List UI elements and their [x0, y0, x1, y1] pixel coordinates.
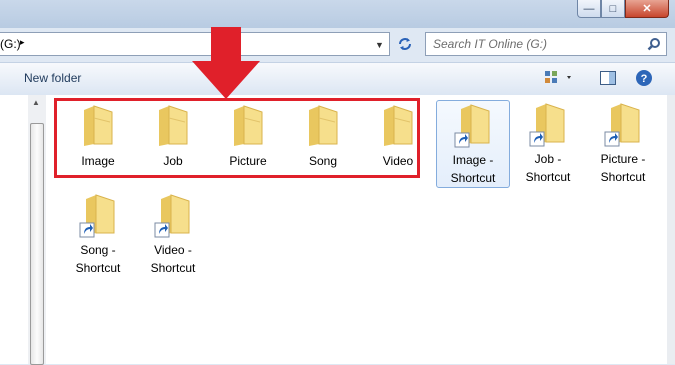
item-label-line2: Shortcut	[450, 171, 496, 185]
shortcut-item-job[interactable]: Job - Shortcut	[511, 100, 585, 186]
red-arrow-icon	[192, 27, 260, 102]
item-label-line1: Job -	[534, 152, 562, 166]
svg-text:?: ?	[641, 73, 648, 85]
shortcut-item-image[interactable]: Image - Shortcut	[436, 100, 510, 188]
search-placeholder: Search IT Online (G:)	[433, 37, 548, 51]
folder-icon	[454, 104, 490, 148]
shortcut-item-song[interactable]: Song - Shortcut	[61, 191, 135, 277]
new-folder-button[interactable]: New folder	[24, 71, 81, 85]
navigation-pane[interactable]	[0, 95, 28, 364]
help-icon[interactable]: ?	[635, 69, 653, 90]
refresh-icon[interactable]	[393, 32, 417, 56]
minimize-button[interactable]: —	[577, 0, 601, 18]
title-bar: — □ ✕	[0, 0, 675, 28]
address-path: (G:)	[0, 37, 21, 51]
command-bar: New folder ?	[0, 62, 675, 96]
close-button[interactable]: ✕	[625, 0, 669, 18]
highlight-box	[54, 98, 420, 178]
folder-icon	[79, 194, 115, 238]
item-label-line2: Shortcut	[525, 170, 571, 184]
navigation-scrollbar[interactable]: ▲	[28, 95, 46, 365]
item-label-line1: Song -	[80, 243, 116, 257]
scroll-up-icon[interactable]: ▲	[32, 98, 40, 107]
breadcrumb-chevron-icon[interactable]: ▸	[20, 37, 25, 48]
item-label-line1: Video -	[154, 243, 192, 257]
folder-icon	[529, 103, 565, 147]
folder-icon	[154, 194, 190, 238]
folder-icon	[604, 103, 640, 147]
views-icon[interactable]	[543, 69, 575, 90]
shortcut-item-video[interactable]: Video - Shortcut	[136, 191, 210, 277]
item-label-line1: Picture -	[600, 152, 646, 166]
item-label-line1: Image -	[452, 153, 494, 167]
address-dropdown-icon[interactable]: ▼	[375, 40, 384, 50]
item-label-line2: Shortcut	[75, 261, 121, 275]
window-controls: — □ ✕	[577, 0, 669, 18]
item-label-line2: Shortcut	[150, 261, 196, 275]
shortcut-item-picture[interactable]: Picture - Shortcut	[586, 100, 660, 186]
search-input[interactable]: Search IT Online (G:)	[425, 32, 667, 56]
search-icon[interactable]	[647, 37, 661, 54]
address-row: (G:) ▸ ▼ Search IT Online (G:)	[0, 31, 675, 59]
preview-pane-icon[interactable]	[599, 69, 617, 90]
maximize-button[interactable]: □	[601, 0, 625, 18]
scrollbar-thumb[interactable]	[30, 123, 44, 365]
content-scrollbar[interactable]	[667, 95, 675, 364]
item-label-line2: Shortcut	[600, 170, 646, 184]
